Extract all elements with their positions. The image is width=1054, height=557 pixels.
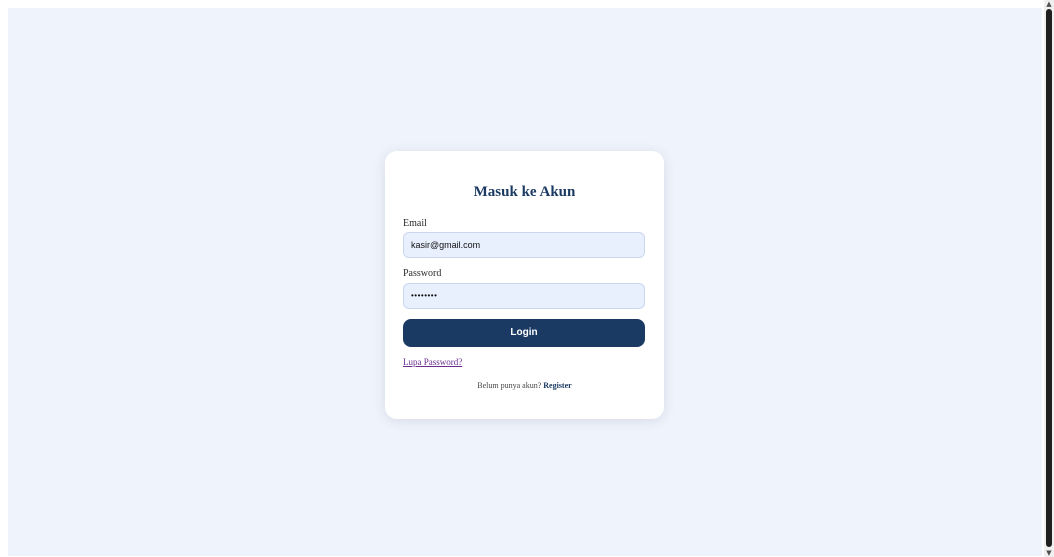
forgot-password-link[interactable]: Lupa Password? — [403, 357, 462, 367]
login-card: Masuk ke Akun Email kasir@gmail.com Pass… — [385, 151, 664, 419]
email-input[interactable]: kasir@gmail.com — [403, 232, 645, 258]
password-input[interactable]: •••••••• — [403, 283, 645, 309]
no-account-text: Belum punya akun? — [477, 381, 542, 390]
scrollbar-thumb[interactable] — [1046, 9, 1052, 547]
register-link[interactable]: Register — [543, 381, 571, 390]
scroll-down-arrow-icon[interactable]: ▼ — [1045, 549, 1053, 557]
login-title: Masuk ke Akun — [473, 184, 576, 200]
login-button[interactable]: Login — [403, 319, 645, 347]
vertical-scrollbar[interactable]: ▲ ▼ — [1044, 0, 1054, 557]
email-label: Email — [403, 218, 427, 229]
password-label: Password — [403, 268, 442, 279]
scroll-up-arrow-icon[interactable]: ▲ — [1045, 0, 1053, 8]
register-prompt: Belum punya akun? Register — [385, 381, 664, 390]
